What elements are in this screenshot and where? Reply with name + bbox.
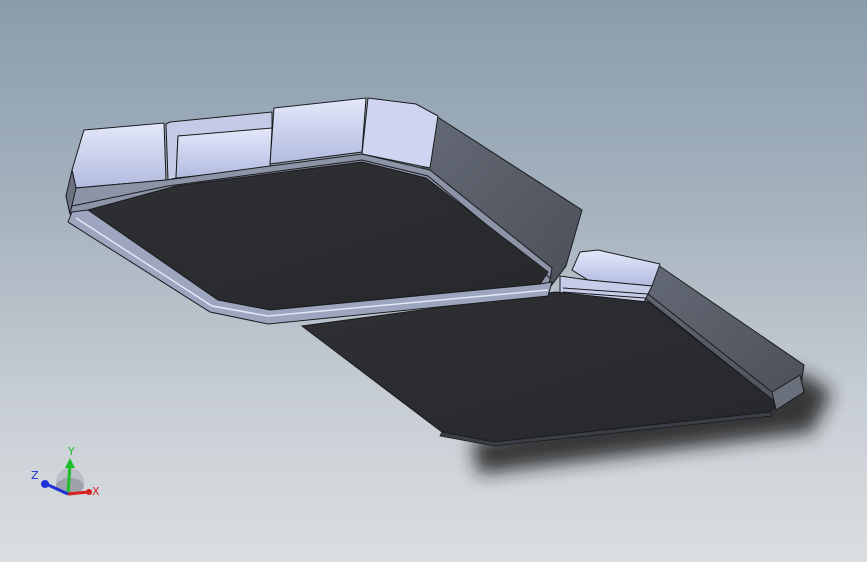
- triad-z-dot: [41, 480, 49, 488]
- triad-x-axis: [67, 490, 89, 496]
- triad-x-label: X: [92, 485, 100, 498]
- triad-z-label: Z: [31, 469, 39, 482]
- triad-y-axis: [66, 463, 72, 495]
- upper-tray-part[interactable]: [65, 97, 583, 325]
- upper-tray-rim-left: [71, 122, 167, 189]
- triad-y-arrow: [65, 458, 75, 468]
- graphics-viewport[interactable]: Y X Z: [0, 0, 867, 562]
- triad-y-label: Y: [67, 445, 75, 458]
- model-scene[interactable]: [0, 0, 867, 562]
- upper-tray-rim-center: [269, 97, 367, 165]
- view-orientation-triad-icon[interactable]: Y X Z: [28, 444, 108, 510]
